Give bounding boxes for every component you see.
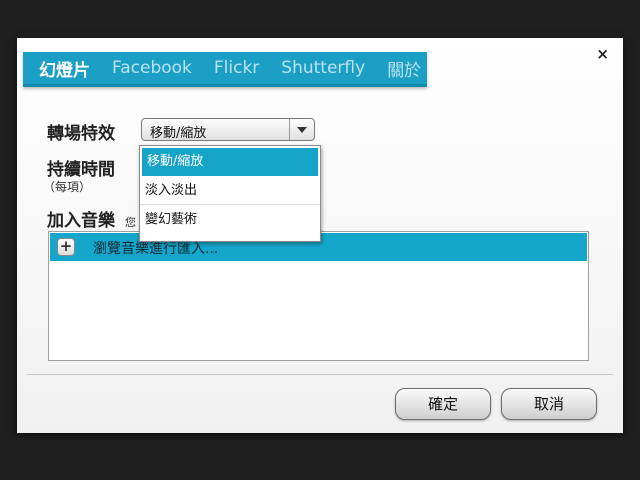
- transition-select[interactable]: 移動/縮放: [141, 118, 315, 141]
- close-icon[interactable]: ×: [596, 46, 609, 62]
- transition-option-pan-zoom[interactable]: 移動/縮放: [142, 148, 318, 176]
- divider: [27, 374, 613, 375]
- music-list[interactable]: + 瀏覽音樂進行匯入...: [48, 231, 589, 361]
- cancel-button[interactable]: 取消: [501, 388, 597, 420]
- transition-dropdown: 移動/縮放 淡入淡出 變幻藝術: [139, 145, 321, 242]
- transition-option-morph[interactable]: 變幻藝術: [140, 205, 320, 234]
- music-label: 加入音樂: [47, 211, 115, 231]
- tab-bar: 幻燈片 Facebook Flickr Shutterfly 關於: [23, 52, 427, 87]
- slideshow-dialog: × 幻燈片 Facebook Flickr Shutterfly 關於 轉場特效…: [17, 38, 623, 433]
- tab-facebook[interactable]: Facebook: [101, 58, 203, 78]
- chevron-down-icon: [297, 127, 307, 133]
- plus-icon[interactable]: +: [57, 238, 75, 256]
- tab-shutterfly[interactable]: Shutterfly: [270, 58, 376, 78]
- transition-selected-value: 移動/縮放: [150, 126, 207, 141]
- tab-flickr[interactable]: Flickr: [203, 58, 270, 78]
- transition-option-fade[interactable]: 淡入淡出: [140, 176, 320, 205]
- ok-button[interactable]: 確定: [395, 388, 491, 420]
- tab-about[interactable]: 關於: [376, 56, 432, 81]
- tab-slideshow[interactable]: 幻燈片: [23, 56, 101, 81]
- music-hint: 您: [125, 216, 136, 229]
- duration-label: 持續時間: [47, 160, 115, 180]
- duration-sublabel: （每項）: [43, 180, 92, 194]
- dropdown-toggle[interactable]: [289, 119, 314, 140]
- transition-label: 轉場特效: [47, 124, 115, 144]
